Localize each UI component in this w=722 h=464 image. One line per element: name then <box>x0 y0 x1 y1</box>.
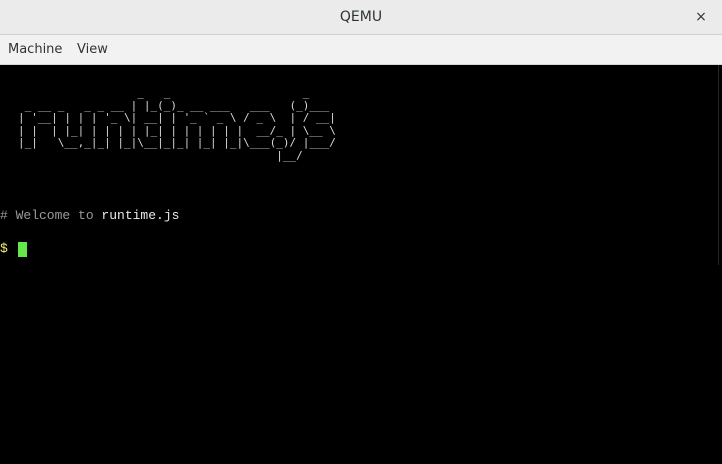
close-icon[interactable]: × <box>695 9 707 25</box>
title-bar: QEMU × <box>0 0 722 35</box>
window-title: QEMU <box>339 9 383 25</box>
ascii-logo: _ _ _ _ __ _ _ _ __ | |_(_)_ __ ___ ___ … <box>18 86 336 162</box>
display-edge <box>718 65 719 265</box>
vm-display[interactable]: _ _ _ _ __ _ _ _ __ | |_(_)_ __ ___ ___ … <box>0 65 722 464</box>
menu-view[interactable]: View <box>77 42 108 57</box>
shell-prompt: $ <box>0 241 8 256</box>
welcome-prefix: # Welcome to <box>0 208 102 223</box>
welcome-name: runtime.js <box>101 208 180 223</box>
qemu-window: QEMU × Machine View _ _ _ _ __ _ _ _ __ … <box>0 0 722 464</box>
welcome-message: # Welcome to runtime.js <box>0 208 179 223</box>
close-button[interactable]: × <box>692 7 710 27</box>
menu-bar: Machine View <box>0 35 722 65</box>
text-cursor <box>18 242 27 257</box>
menu-machine[interactable]: Machine <box>8 42 62 57</box>
